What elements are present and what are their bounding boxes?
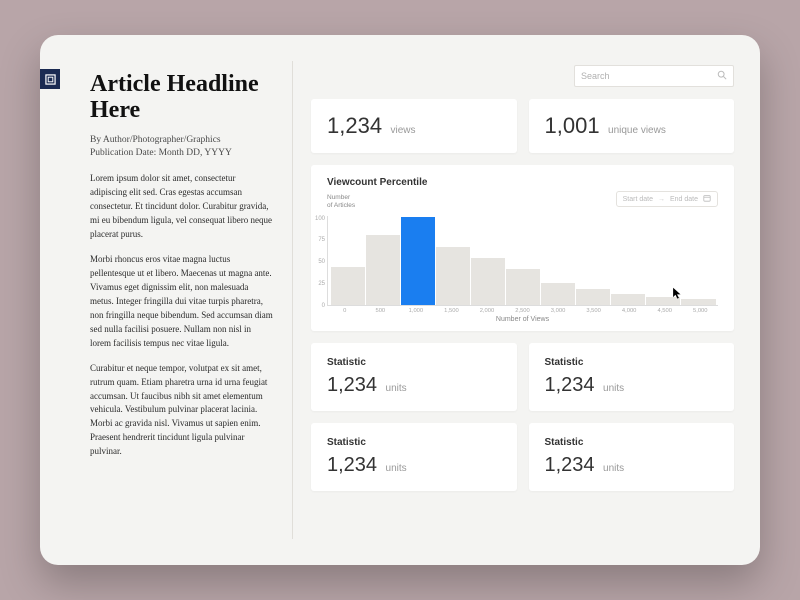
y-axis-label: Number of Articles (327, 194, 357, 210)
y-tick: 25 (309, 281, 325, 287)
stat-unit: units (386, 463, 407, 474)
stat-card: Statistic 1,234 units (311, 423, 517, 491)
x-axis-label: Number of Views (327, 316, 718, 323)
brand-logo (40, 69, 60, 89)
chart-bar[interactable] (471, 258, 505, 304)
chart-bar[interactable] (646, 297, 680, 305)
stat-card: Statistic 1,234 units (311, 343, 517, 411)
stat-value: 1,234 (545, 374, 595, 396)
chart-bar[interactable] (576, 289, 610, 305)
unique-views-label: unique views (608, 125, 666, 136)
stat-value: 1,234 (545, 454, 595, 476)
x-tick: 3,000 (540, 308, 576, 314)
unique-views-value: 1,001 (545, 113, 600, 138)
unique-views-card: 1,001 unique views (529, 99, 735, 153)
article-para: Curabitur et neque tempor, volutpat ex s… (90, 362, 274, 460)
stats-grid: Statistic 1,234 units Statistic 1,234 un… (311, 343, 734, 491)
y-ticks: 100 75 50 25 0 (309, 216, 325, 309)
stat-title: Statistic (545, 437, 719, 448)
article-panel: Article Headline Here By Author/Photogra… (58, 61, 293, 539)
y-tick: 0 (309, 303, 325, 309)
y-tick: 50 (309, 259, 325, 265)
x-ticks: 05001,0001,5002,0002,5003,0003,5004,0004… (327, 308, 718, 314)
x-tick: 0 (327, 308, 363, 314)
date-range-picker[interactable]: Start date → End date (616, 191, 718, 207)
y-tick: 100 (309, 216, 325, 222)
stat-title: Statistic (327, 437, 501, 448)
arrow-right-icon: → (658, 196, 665, 203)
stat-value: 1,234 (327, 454, 377, 476)
search-bar[interactable] (574, 65, 734, 87)
chart-plot: 1007550250 05001,0001,5002,0002,5003,000… (327, 216, 718, 323)
chart-card: Viewcount Percentile Number of Articles … (311, 165, 734, 331)
chart-bar[interactable] (541, 283, 575, 304)
article-pubdate: Publication Date: Month DD, YYYY (90, 147, 274, 160)
article-byline: By Author/Photographer/Graphics (90, 134, 274, 147)
chart-bar[interactable] (506, 269, 540, 305)
stat-unit: units (603, 383, 624, 394)
stat-card: Statistic 1,234 units (529, 423, 735, 491)
chart-title: Viewcount Percentile (327, 177, 427, 188)
article-para: Morbi rhoncus eros vitae magna luctus pe… (90, 253, 274, 351)
article-para: Lorem ipsum dolor sit amet, consectetur … (90, 172, 274, 242)
x-tick: 2,000 (469, 308, 505, 314)
calendar-icon (703, 194, 711, 204)
search-icon (717, 70, 727, 82)
top-row (311, 65, 734, 87)
stat-title: Statistic (327, 357, 501, 368)
stat-unit: units (386, 383, 407, 394)
x-tick: 1,000 (398, 308, 434, 314)
stat-card: Statistic 1,234 units (529, 343, 735, 411)
dashboard-panel: 1,234 views 1,001 unique views Viewcount… (293, 61, 734, 539)
stat-unit: units (603, 463, 624, 474)
chart-bar[interactable] (401, 217, 435, 304)
stat-value: 1,234 (327, 374, 377, 396)
x-tick: 1,500 (434, 308, 470, 314)
chart-bar[interactable] (436, 247, 470, 305)
views-card: 1,234 views (311, 99, 517, 153)
chart-bar[interactable] (331, 267, 365, 304)
bars-region (327, 216, 718, 306)
views-label: views (391, 125, 416, 136)
x-tick: 500 (363, 308, 399, 314)
chart-bar[interactable] (366, 235, 400, 304)
y-tick: 75 (309, 237, 325, 243)
app-window: Article Headline Here By Author/Photogra… (40, 35, 760, 565)
x-tick: 3,500 (576, 308, 612, 314)
summary-row: 1,234 views 1,001 unique views (311, 99, 734, 153)
start-date-field[interactable]: Start date (623, 196, 653, 203)
x-tick: 4,500 (647, 308, 683, 314)
x-tick: 5,000 (682, 308, 718, 314)
views-value: 1,234 (327, 113, 382, 138)
x-tick: 2,500 (505, 308, 541, 314)
search-input[interactable] (581, 71, 717, 81)
chart-body: 1007550250 05001,0001,5002,0002,5003,000… (327, 216, 718, 323)
chart-bar[interactable] (611, 294, 645, 305)
end-date-field[interactable]: End date (670, 196, 698, 203)
stat-title: Statistic (545, 357, 719, 368)
chart-bar[interactable] (681, 299, 715, 304)
x-tick: 4,000 (611, 308, 647, 314)
article-headline: Article Headline Here (90, 71, 274, 124)
